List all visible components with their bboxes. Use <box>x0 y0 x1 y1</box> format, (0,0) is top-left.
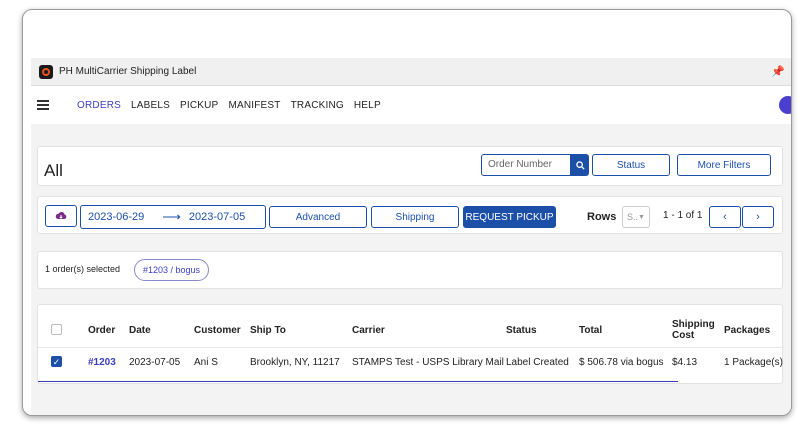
pin-icon[interactable]: 📌 <box>771 65 785 78</box>
cell-carrier: STAMPS Test - USPS Library Mail <box>352 357 504 368</box>
cloud-download-icon <box>55 212 67 219</box>
user-avatar[interactable] <box>779 96 791 114</box>
nav-pickup[interactable]: PICKUP <box>180 100 218 111</box>
filter-bar: All Order Number Status More Filters <box>37 146 783 186</box>
nav-labels[interactable]: LABELS <box>131 100 170 111</box>
cell-customer: Ani S <box>194 357 218 368</box>
header-shipping-cost-line2[interactable]: Cost <box>672 330 694 341</box>
header-ship-to[interactable]: Ship To <box>250 325 286 336</box>
nav-help[interactable]: HELP <box>354 100 381 111</box>
selected-count: 1 order(s) selected <box>45 264 121 274</box>
chevron-left-icon: ‹ <box>723 211 727 223</box>
cell-date: 2023-07-05 <box>129 357 181 368</box>
date-from[interactable]: 2023-06-29 <box>88 211 144 223</box>
nav-orders[interactable]: ORDERS <box>77 100 121 111</box>
cell-ship-to: Brooklyn, NY, 11217 <box>250 357 340 368</box>
status-filter-button[interactable]: Status <box>592 154 670 176</box>
cell-shipping-cost: $4.13 <box>672 357 698 368</box>
advanced-button[interactable]: Advanced <box>269 206 367 228</box>
rows-per-page-select[interactable]: S.. ▼ <box>622 206 650 228</box>
window-frame: PH MultiCarrier Shipping Label 📌 ORDERS … <box>22 9 792 416</box>
order-link[interactable]: #1203 <box>88 357 116 368</box>
toolbar: 2023-06-29 ⟶ 2023-07-05 Advanced Shippin… <box>37 196 783 234</box>
app-logo-icon <box>39 64 53 79</box>
caret-down-icon: ▼ <box>638 213 645 221</box>
nav-tracking[interactable]: TRACKING <box>291 100 344 111</box>
header-total[interactable]: Total <box>579 325 602 336</box>
search-button[interactable] <box>571 154 589 176</box>
arrow-right-icon: ⟶ <box>162 209 181 224</box>
selected-order-chip[interactable]: #1203 / bogus <box>134 259 209 281</box>
prev-page-button[interactable]: ‹ <box>709 206 741 228</box>
header-status[interactable]: Status <box>506 325 537 336</box>
header-date[interactable]: Date <box>129 325 151 336</box>
cell-status: Label Created <box>506 357 569 368</box>
pagination-text: 1 - 1 of 1 <box>663 210 703 221</box>
horizontal-scrollbar[interactable] <box>38 381 678 382</box>
cell-packages: 1 Package(s) <box>724 357 783 368</box>
header-packages[interactable]: Packages <box>724 325 770 336</box>
cell-order[interactable]: #1203 <box>88 357 116 368</box>
rows-label: Rows <box>587 211 617 223</box>
more-filters-button[interactable]: More Filters <box>677 154 771 176</box>
search-icon <box>575 160 585 170</box>
top-nav: ORDERS LABELS PICKUP MANIFEST TRACKING H… <box>31 86 791 124</box>
nav-manifest[interactable]: MANIFEST <box>228 100 280 111</box>
request-pickup-button[interactable]: REQUEST PICKUP <box>463 206 556 228</box>
selection-bar: 1 order(s) selected #1203 / bogus <box>37 251 783 289</box>
row-checkbox[interactable]: ✓ <box>51 356 62 367</box>
header-divider <box>38 347 784 348</box>
page-title: All <box>44 161 63 180</box>
shipping-button[interactable]: Shipping <box>371 206 459 228</box>
header-customer[interactable]: Customer <box>194 325 241 336</box>
check-icon: ✓ <box>52 357 61 367</box>
app-container: PH MultiCarrier Shipping Label 📌 ORDERS … <box>31 58 791 415</box>
cell-total: $ 506.78 via bogus <box>579 357 664 368</box>
title-bar: PH MultiCarrier Shipping Label 📌 <box>31 58 791 86</box>
download-button[interactable] <box>45 205 77 227</box>
header-shipping-cost-line1[interactable]: Shipping <box>672 319 715 330</box>
orders-table: Order Date Customer Ship To Carrier Stat… <box>37 304 784 384</box>
date-range-picker[interactable]: 2023-06-29 ⟶ 2023-07-05 <box>80 205 266 229</box>
app-title: PH MultiCarrier Shipping Label <box>59 66 197 77</box>
hamburger-menu-icon[interactable] <box>37 100 49 110</box>
order-number-search-input[interactable]: Order Number <box>481 154 571 176</box>
rows-select-value: S.. <box>627 212 639 222</box>
next-page-button[interactable]: › <box>742 206 774 228</box>
header-order[interactable]: Order <box>88 325 115 336</box>
chevron-right-icon: › <box>756 211 760 223</box>
select-all-checkbox[interactable] <box>51 324 62 335</box>
header-carrier[interactable]: Carrier <box>352 325 385 336</box>
date-to[interactable]: 2023-07-05 <box>189 211 245 223</box>
